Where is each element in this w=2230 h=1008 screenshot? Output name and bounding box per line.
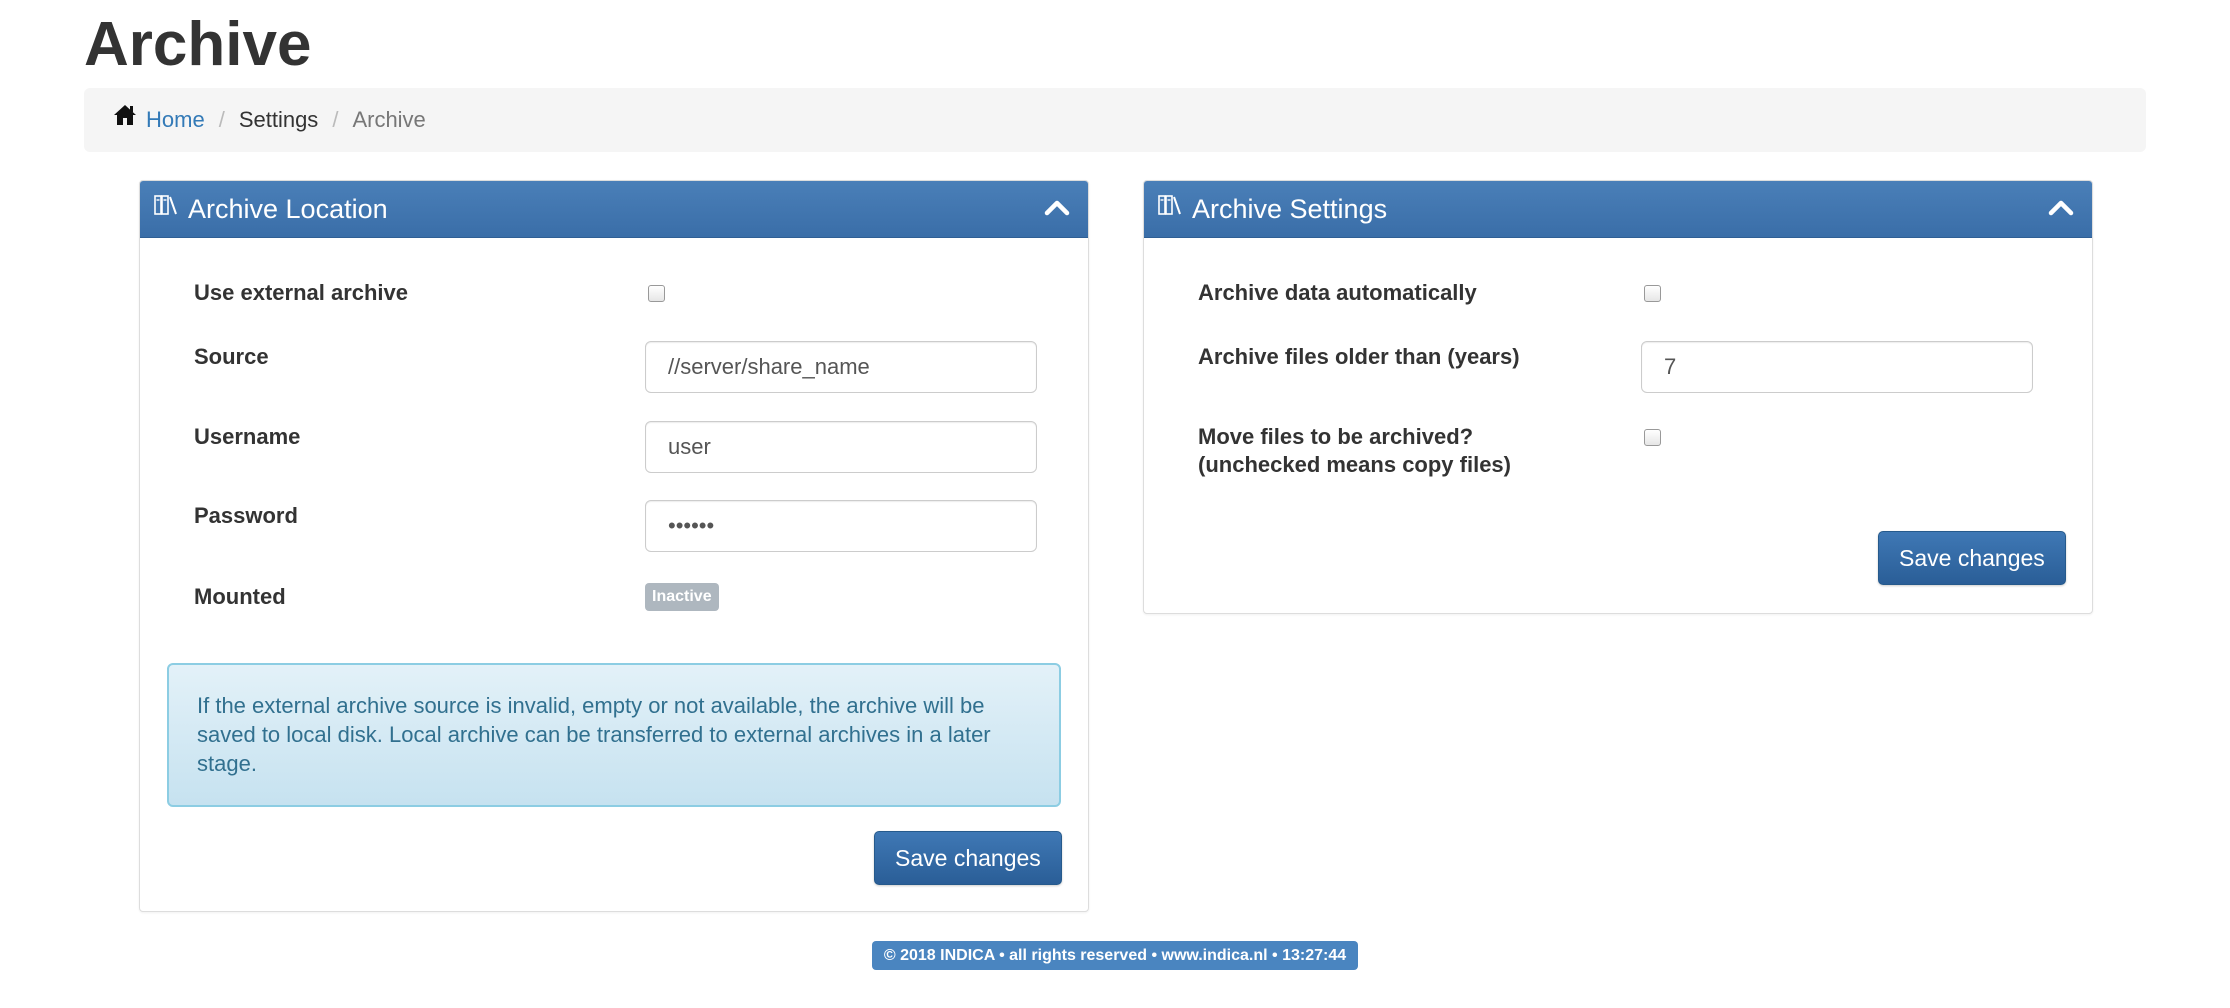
move-files-label: Move files to be archived? (unchecked me… [1198, 423, 1511, 479]
password-label: Password [194, 503, 298, 528]
save-button[interactable]: Save changes [874, 831, 1062, 885]
panel-title: Archive Location [188, 193, 388, 224]
archive-location-panel: Archive Location Use external archive So… [139, 180, 1089, 912]
breadcrumb-archive: Archive [352, 107, 426, 132]
breadcrumb-separator: / [332, 107, 339, 132]
status-badge: Inactive [645, 583, 719, 611]
page-title: Archive [84, 10, 312, 79]
username-input[interactable] [645, 421, 1037, 473]
password-input[interactable] [645, 500, 1037, 552]
source-input[interactable] [645, 341, 1037, 393]
mounted-label: Mounted [194, 584, 286, 609]
archive-books-icon [154, 195, 177, 215]
older-than-label: Archive files older than (years) [1198, 344, 1520, 369]
breadcrumb-separator: / [218, 107, 225, 132]
panel-title: Archive Settings [1192, 193, 1388, 224]
breadcrumb-settings[interactable]: Settings [239, 107, 319, 133]
home-icon[interactable] [112, 102, 138, 128]
archive-page: Archive Home / Settings / Archive Archiv… [0, 0, 2230, 1008]
source-label: Source [194, 344, 269, 369]
info-alert: If the external archive source is invali… [167, 663, 1061, 807]
archive-settings-panel: Archive Settings Archive data automatica… [1143, 180, 2093, 614]
chevron-up-icon[interactable] [1042, 193, 1072, 223]
move-files-label-line1: Move files to be archived? [1198, 424, 1474, 449]
chevron-up-icon[interactable] [2046, 193, 2076, 223]
auto-archive-checkbox[interactable] [1644, 285, 1661, 302]
panel-heading: Archive Location [140, 181, 1088, 238]
save-button[interactable]: Save changes [1878, 531, 2066, 585]
panel-heading: Archive Settings [1144, 181, 2092, 238]
auto-archive-label: Archive data automatically [1198, 280, 1477, 305]
use-external-label: Use external archive [194, 280, 409, 305]
older-than-input[interactable] [1641, 341, 2033, 393]
move-files-label-line2: (unchecked means copy files) [1198, 452, 1511, 477]
move-files-checkbox[interactable] [1644, 429, 1661, 446]
username-label: Username [194, 424, 301, 449]
use-external-checkbox[interactable] [648, 285, 665, 302]
footer-copyright: © 2018 INDICA • all rights reserved • ww… [872, 941, 1358, 970]
breadcrumb-home[interactable]: Home [146, 107, 205, 133]
breadcrumb: Home / Settings / Archive [84, 88, 2146, 152]
archive-books-icon [1158, 195, 1181, 215]
